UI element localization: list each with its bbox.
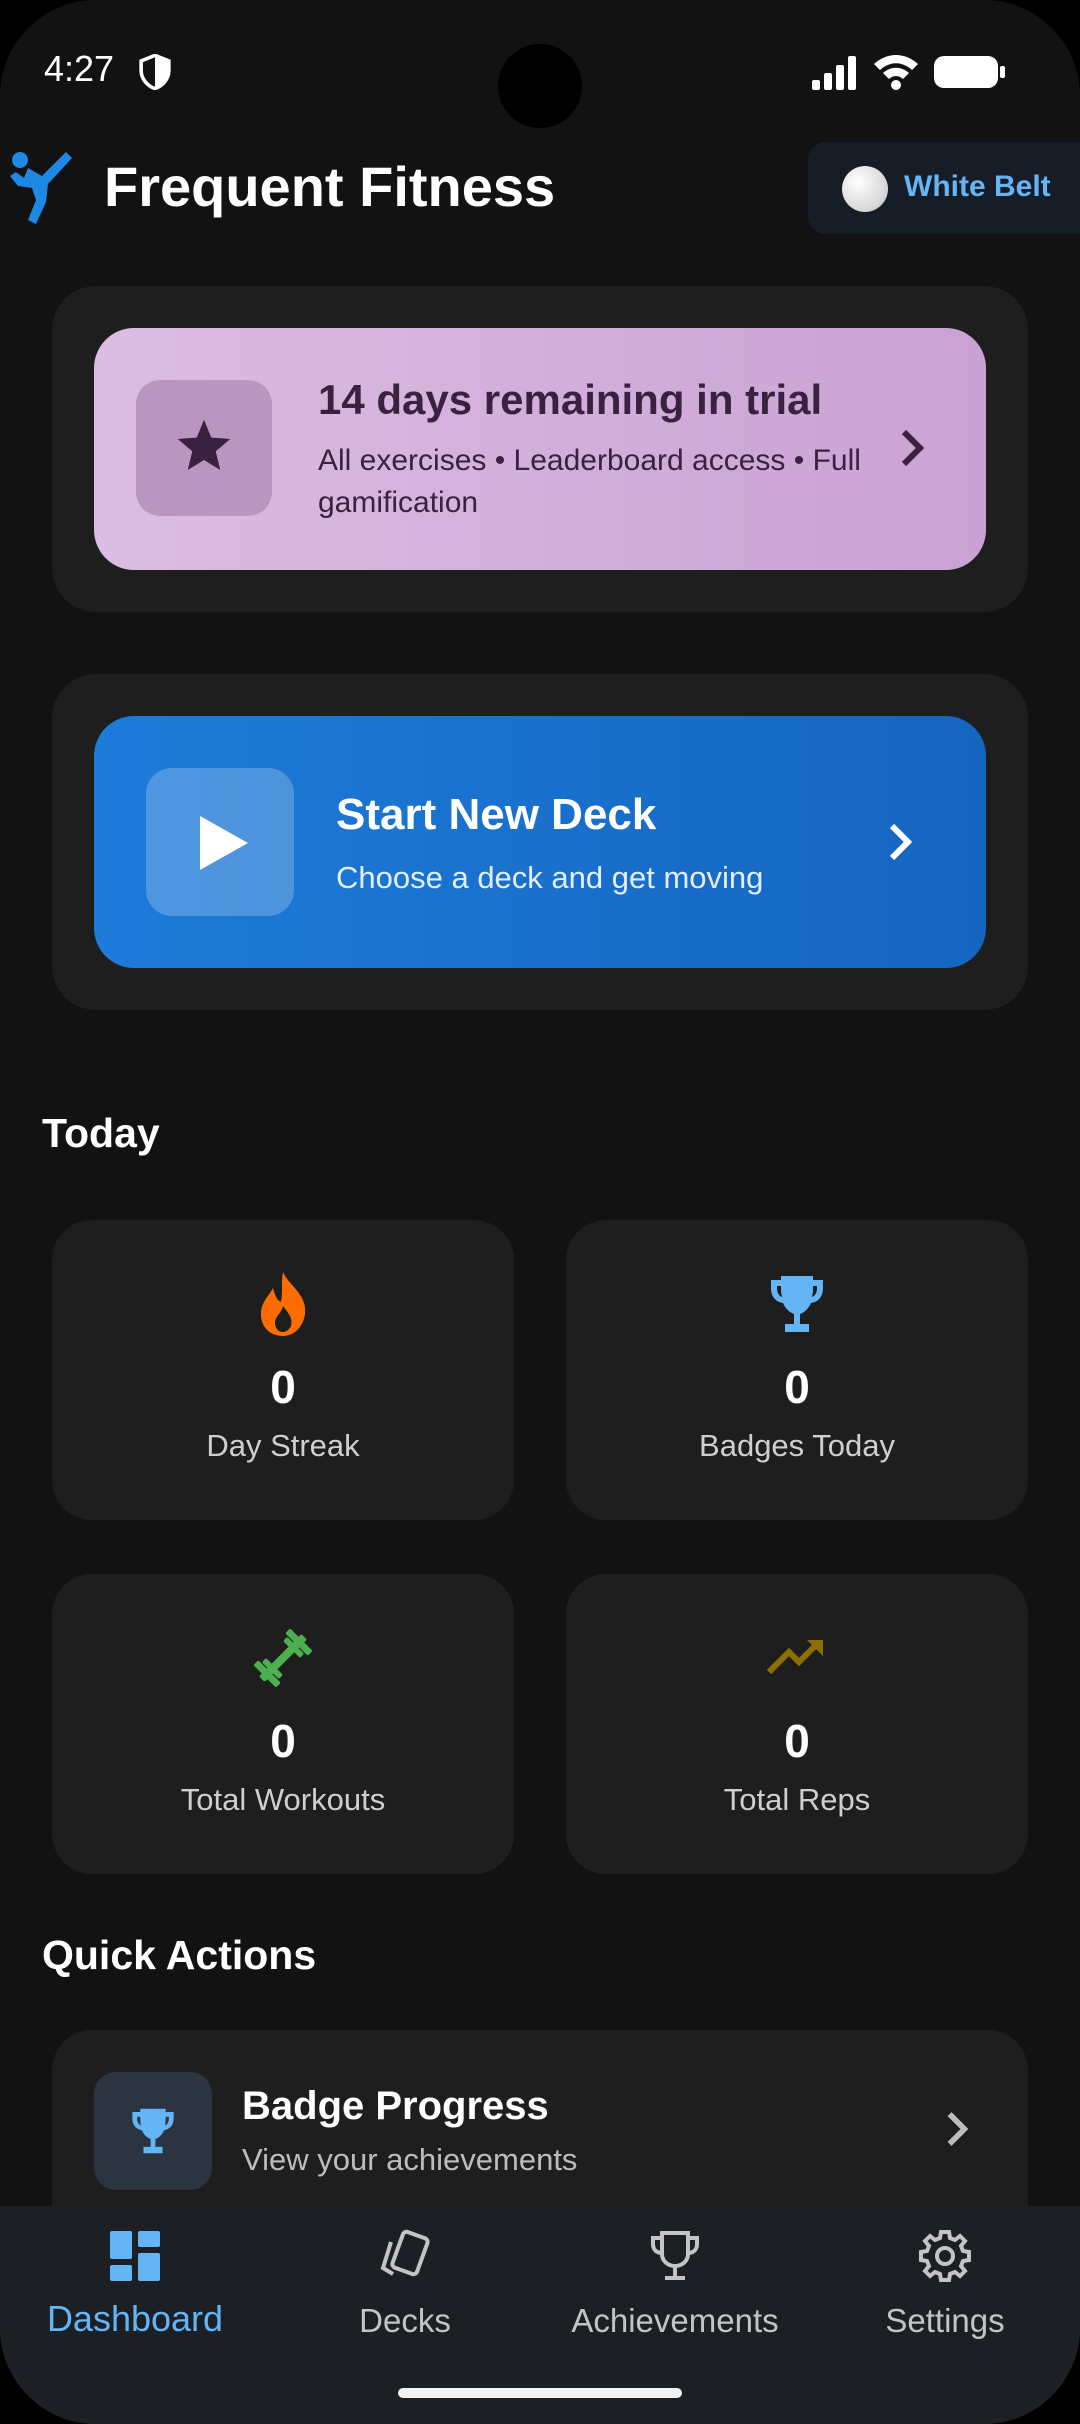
trial-banner[interactable]: 14 days remaining in trial All exercises… <box>94 328 986 570</box>
stat-value: 0 <box>784 1715 810 1767</box>
phone-screen: 4:27 Frequent Fitness White Belt 14 days… <box>0 0 1080 2424</box>
camera-cutout <box>498 44 582 128</box>
signal-icon <box>812 56 856 90</box>
status-time: 4:27 <box>44 48 115 89</box>
chevron-right-icon <box>947 2112 969 2146</box>
qa-item-title: Badge Progress <box>242 2084 549 2128</box>
flame-icon <box>261 1272 306 1336</box>
stat-label: Total Workouts <box>180 1782 386 1817</box>
stat-value: 0 <box>270 1715 296 1767</box>
gear-icon <box>919 2230 971 2282</box>
trial-icon-box <box>136 380 272 516</box>
stat-value: 0 <box>784 1361 810 1413</box>
battery-icon <box>934 56 1005 88</box>
shield-icon <box>139 54 171 90</box>
nav-achievements[interactable]: Achievements <box>540 2206 810 2396</box>
deck-container: Start New Deck Choose a deck and get mov… <box>52 674 1028 1010</box>
star-icon <box>177 419 231 470</box>
dumbbell-icon <box>254 1629 312 1687</box>
nav-label: Decks <box>359 2302 451 2339</box>
belt-label: White Belt <box>904 170 1051 203</box>
qa-item-subtitle: View your achievements <box>242 2142 578 2177</box>
stat-value: 0 <box>270 1361 296 1413</box>
stat-card-total-workouts: 0 Total Workouts <box>52 1574 514 1874</box>
stat-label: Day Streak <box>206 1428 360 1463</box>
app-title: Frequent Fitness <box>104 155 556 218</box>
stat-label: Total Reps <box>723 1782 871 1817</box>
trophy-icon <box>651 2231 699 2280</box>
nav-settings[interactable]: Settings <box>810 2206 1080 2396</box>
trial-container: 14 days remaining in trial All exercises… <box>52 286 1028 612</box>
trial-title: 14 days remaining in trial <box>318 376 823 423</box>
home-indicator[interactable] <box>398 2388 682 2398</box>
trending-up-icon <box>767 1640 823 1675</box>
trophy-icon <box>771 1276 823 1332</box>
play-icon-box <box>146 768 294 916</box>
chevron-right-icon <box>901 429 925 467</box>
chevron-right-icon <box>889 823 913 861</box>
play-icon <box>200 816 248 870</box>
stat-label: Badges Today <box>699 1428 895 1463</box>
deck-subtitle: Choose a deck and get moving <box>336 860 764 895</box>
trial-subtitle: All exercises • Leaderboard access • Ful… <box>318 444 861 519</box>
stat-card-badges-today: 0 Badges Today <box>566 1220 1028 1520</box>
stat-card-day-streak: 0 Day Streak <box>52 1220 514 1520</box>
martial-arts-logo-icon <box>10 152 72 224</box>
trophy-icon <box>132 2108 174 2154</box>
nav-label: Settings <box>885 2302 1005 2339</box>
belt-chip[interactable]: White Belt <box>808 142 1080 234</box>
nav-decks[interactable]: Decks <box>270 2206 540 2396</box>
quick-actions-heading: Quick Actions <box>42 1932 317 1978</box>
white-belt-icon <box>842 166 888 212</box>
start-new-deck-button[interactable]: Start New Deck Choose a deck and get mov… <box>94 716 986 968</box>
nav-label: Dashboard <box>46 2298 224 2339</box>
today-heading: Today <box>42 1110 160 1156</box>
dashboard-icon <box>110 2231 160 2281</box>
stat-card-total-reps: 0 Total Reps <box>566 1574 1028 1874</box>
wifi-icon <box>874 55 918 90</box>
nav-dashboard[interactable]: Dashboard <box>0 2206 270 2396</box>
deck-title: Start New Deck <box>336 790 657 839</box>
qa-icon-box <box>94 2072 212 2190</box>
cards-icon <box>380 2229 430 2277</box>
nav-label: Achievements <box>571 2302 779 2339</box>
